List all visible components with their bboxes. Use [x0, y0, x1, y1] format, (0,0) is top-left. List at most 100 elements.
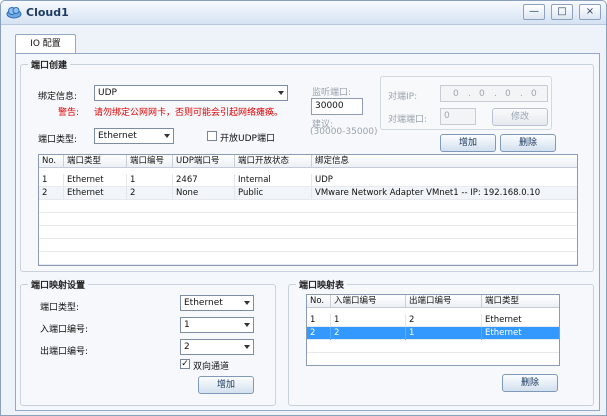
bind-info-select[interactable]: UDP: [94, 85, 288, 101]
table-header-row: No. 入端口编号 出端口编号 端口类型: [307, 295, 559, 308]
port-table[interactable]: No. 端口类型 端口编号 UDP端口号 端口开放状态 绑定信息 1 Ether…: [38, 154, 578, 266]
row-open-status: Public: [235, 187, 312, 200]
ip-octet-4: 0: [531, 89, 537, 99]
table-header-row: No. 端口类型 端口编号 UDP端口号 端口开放状态 绑定信息: [39, 155, 577, 168]
column-header: UDP端口号: [173, 155, 235, 168]
empty-row: [39, 226, 577, 239]
peer-port-label: 对端端口:: [388, 115, 428, 125]
listen-port-label: 监听端口:: [312, 88, 352, 98]
empty-row: [39, 200, 577, 213]
row-port-number: 1: [127, 174, 173, 187]
column-header: 端口类型: [482, 295, 559, 308]
port-create-title: 端口创建: [28, 58, 71, 71]
port-type-label: 端口类型:: [38, 135, 78, 145]
empty-row: [39, 252, 577, 265]
modify-button[interactable]: 修改: [492, 108, 548, 126]
chevron-down-icon: [244, 345, 250, 349]
row-port-type: Ethernet: [482, 327, 559, 340]
mapping-type-select[interactable]: Ethernet: [180, 295, 254, 311]
cloud-config-window: Cloud1 — □ × IO 配置 端口创建 绑定信息: UDP 警告: 请勿…: [0, 0, 607, 416]
warning-label: 警告:: [58, 108, 80, 118]
out-port-select[interactable]: 2: [180, 339, 254, 355]
column-header: 绑定信息: [312, 155, 577, 168]
ip-dot: .: [494, 89, 497, 99]
delete-mapping-button[interactable]: 删除: [502, 374, 558, 392]
column-header: 端口类型: [64, 155, 127, 168]
mapping-settings-title: 端口映射设置: [28, 278, 89, 291]
bidirectional-label: 双向通道: [193, 362, 230, 372]
bidirectional-checkbox[interactable]: ✓: [180, 359, 190, 369]
row-in-port: 2: [331, 327, 406, 340]
ip-octet-2: 0: [479, 89, 485, 99]
row-udp-port: None: [173, 187, 235, 200]
table-row[interactable]: 1 Ethernet 1 2467 Internal UDP: [39, 174, 577, 187]
row-udp-port: 2467: [173, 174, 235, 187]
column-header: 端口编号: [127, 155, 173, 168]
window-title: Cloud1: [26, 6, 69, 19]
maximize-button[interactable]: □: [551, 4, 573, 20]
chevron-down-icon: [244, 323, 250, 327]
column-header: No.: [307, 295, 331, 308]
close-button[interactable]: ×: [579, 4, 601, 20]
ip-octet-3: 0: [505, 89, 511, 99]
row-port-type: Ethernet: [64, 187, 127, 200]
empty-row: [307, 353, 559, 365]
column-header: 入端口编号: [331, 295, 406, 308]
row-bind-info: UDP: [312, 174, 577, 187]
table-row[interactable]: 1 1 2 Ethernet: [307, 314, 559, 327]
open-udp-label: 开放UDP端口: [220, 134, 275, 144]
empty-row: [39, 213, 577, 226]
row-port-type: Ethernet: [64, 174, 127, 187]
port-type-value: Ethernet: [98, 131, 137, 141]
out-port-value: 2: [184, 342, 190, 352]
bind-info-value: UDP: [98, 88, 117, 98]
mapping-type-label: 端口类型:: [40, 303, 80, 313]
row-in-port: 1: [331, 314, 406, 327]
row-open-status: Internal: [235, 174, 312, 187]
peer-port-input[interactable]: 0: [440, 108, 476, 125]
row-port-type: Ethernet: [482, 314, 559, 327]
mapping-table[interactable]: No. 入端口编号 出端口编号 端口类型 1 1 2 Ethernet 2 2 …: [306, 294, 560, 366]
column-header: No.: [39, 155, 64, 168]
row-out-port: 1: [406, 327, 482, 340]
row-no: 2: [39, 187, 64, 200]
io-config-panel: 端口创建 绑定信息: UDP 警告: 请勿绑定公网网卡，否则可能会引起网络瘫痪。…: [15, 53, 600, 411]
suggest-range: (30000-35000): [310, 127, 378, 137]
chevron-down-icon: [164, 134, 170, 138]
row-bind-info: VMware Network Adapter VMnet1 -- IP: 192…: [312, 187, 577, 200]
table-row-selected[interactable]: 2 2 1 Ethernet: [307, 327, 559, 340]
port-type-select[interactable]: Ethernet: [94, 128, 174, 144]
cloud-icon: [6, 7, 22, 19]
row-no: 2: [307, 327, 331, 340]
in-port-label: 入端口编号:: [40, 325, 89, 335]
bind-info-label: 绑定信息:: [38, 92, 78, 102]
row-no: 1: [307, 314, 331, 327]
ip-dot: .: [520, 89, 523, 99]
out-port-label: 出端口编号:: [40, 347, 89, 357]
peer-ip-input[interactable]: 0 . 0 . 0 . 0: [440, 85, 548, 102]
column-header: 端口开放状态: [235, 155, 312, 168]
chevron-down-icon: [244, 301, 250, 305]
row-no: 1: [39, 174, 64, 187]
empty-row: [307, 340, 559, 353]
add-port-button[interactable]: 增加: [440, 134, 496, 152]
row-out-port: 2: [406, 314, 482, 327]
ip-dot: .: [468, 89, 471, 99]
warning-text: 请勿绑定公网网卡，否则可能会引起网络瘫痪。: [94, 108, 284, 118]
table-row[interactable]: 2 Ethernet 2 None Public VMware Network …: [39, 187, 577, 200]
mapping-table-title: 端口映射表: [296, 278, 348, 291]
in-port-value: 1: [184, 320, 190, 330]
ip-octet-1: 0: [453, 89, 459, 99]
row-port-number: 2: [127, 187, 173, 200]
mapping-type-value: Ethernet: [184, 298, 223, 308]
delete-port-button[interactable]: 删除: [500, 134, 556, 152]
in-port-select[interactable]: 1: [180, 317, 254, 333]
minimize-button[interactable]: —: [523, 4, 545, 20]
tab-io-config[interactable]: IO 配置: [15, 34, 76, 54]
open-udp-checkbox[interactable]: [207, 131, 217, 141]
empty-row: [39, 239, 577, 252]
listen-port-input[interactable]: 30000: [311, 98, 363, 115]
add-mapping-button[interactable]: 增加: [198, 376, 254, 394]
title-bar[interactable]: Cloud1 — □ ×: [1, 1, 606, 25]
peer-ip-label: 对端IP:: [388, 92, 418, 102]
